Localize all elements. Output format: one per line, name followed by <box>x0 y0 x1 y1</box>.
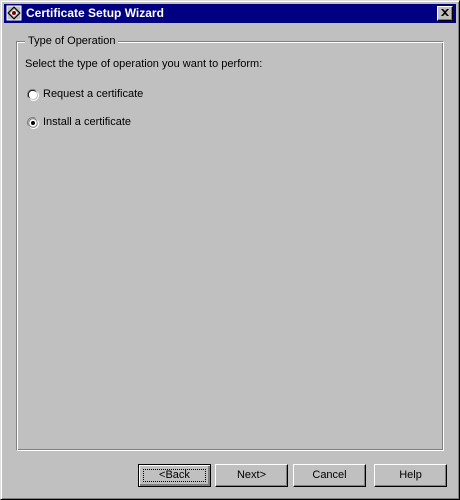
next-button-label: Next> <box>236 469 267 481</box>
radio-button-unselected[interactable] <box>27 88 39 101</box>
close-button[interactable] <box>437 6 453 21</box>
help-button[interactable]: Help <box>374 464 447 487</box>
close-icon <box>441 9 449 16</box>
title-bar[interactable]: Certificate Setup Wizard <box>4 4 456 23</box>
certificate-setup-wizard-window: Certificate Setup Wizard Type of Operati… <box>0 0 460 500</box>
group-legend: Type of Operation <box>25 34 119 48</box>
back-button[interactable]: <Back <box>138 464 211 487</box>
help-button-label: Help <box>399 469 422 481</box>
radio-label-install: Install a certificate <box>43 116 132 128</box>
radio-button-selected[interactable] <box>27 116 39 129</box>
type-of-operation-group: Type of Operation Select the type of ope… <box>16 34 444 451</box>
certificate-wizard-icon <box>6 5 22 21</box>
next-button[interactable]: Next> <box>215 464 288 487</box>
cancel-button[interactable]: Cancel <box>293 464 366 487</box>
instruction-text: Select the type of operation you want to… <box>25 58 263 70</box>
radio-request-certificate[interactable]: Request a certificate <box>27 87 143 101</box>
radio-label-request: Request a certificate <box>43 88 144 100</box>
back-button-label: <Back <box>159 469 190 481</box>
radio-install-certificate[interactable]: Install a certificate <box>27 115 131 129</box>
cancel-button-label: Cancel <box>312 469 347 481</box>
window-title: Certificate Setup Wizard <box>26 6 164 20</box>
